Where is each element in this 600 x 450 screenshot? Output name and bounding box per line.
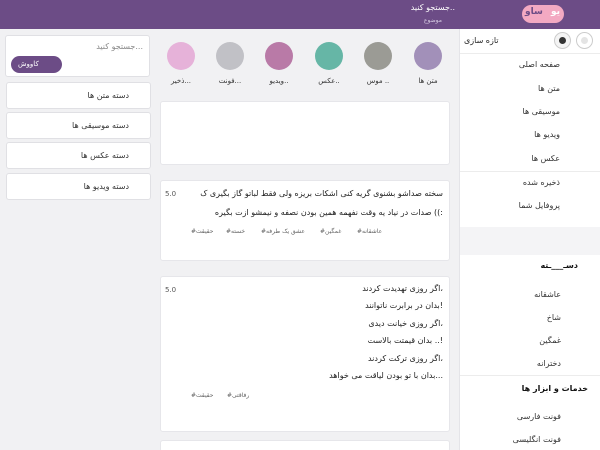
post-text-line: سخته صداشو بشنوی گریه کنی اشکات بریزه ول…	[200, 189, 443, 198]
post-text-line: اگر روزی تهدیدت کردند،	[362, 284, 443, 293]
story-videos[interactable]: ویدیو..	[264, 42, 294, 90]
category-box-label: دسته متن ها	[87, 91, 130, 100]
sidebar-divider	[460, 375, 600, 376]
category-box-videos[interactable]: دسته ویدیو ها	[6, 173, 151, 200]
post-tag[interactable]: #رفاقتی	[227, 392, 249, 399]
tool-english-font[interactable]: فونت انگلیسی	[460, 435, 561, 444]
tool-persian-font[interactable]: فونت فارسی	[460, 412, 561, 421]
post-text-line: صدات در نیاد یه وقت نفهمه همین بودن نصفه…	[214, 208, 443, 217]
header-search-text[interactable]: جستجو کنید..	[380, 3, 455, 12]
site-logo[interactable]: ساو یو	[522, 5, 564, 23]
post-text-line: بدان در برابرت ناتوانند!	[365, 301, 443, 310]
category-box-label: دسته موسیقی ها	[72, 121, 129, 130]
search-input[interactable]: جستجو کنید...	[96, 42, 143, 51]
story-circle	[315, 42, 343, 70]
sidebar-divider	[460, 53, 600, 54]
category-sad[interactable]: غمگین	[460, 336, 561, 345]
sidebar-divider	[460, 171, 600, 172]
post-card-partial	[160, 440, 450, 450]
header-search-subject: موضوع	[423, 17, 442, 24]
nav-texts[interactable]: متن ها	[460, 84, 560, 93]
sidebar-spacer	[460, 227, 600, 255]
post-tag[interactable]: #خسته	[226, 228, 245, 235]
post-tag[interactable]: #غمگین	[320, 228, 341, 235]
right-sidebar: تازه سازی صفحه اصلی متن ها موسیقی ها وید…	[459, 29, 600, 450]
post-tag[interactable]: #عاشقانه	[357, 228, 382, 235]
story-photos[interactable]: عکس..	[314, 42, 344, 90]
post-card: 5.0 سخته صداشو بشنوی گریه کنی اشکات بریز…	[160, 180, 450, 261]
post-score: 5.0	[165, 190, 177, 198]
post-text-line: بدان قیمتت بالاست ..!	[367, 336, 443, 345]
post-text-line: اگر روزی خیانت دیدی،	[368, 319, 443, 328]
category-box-label: دسته عکس ها	[80, 151, 129, 160]
nav-photos[interactable]: عکس ها	[460, 154, 560, 163]
empty-card	[160, 101, 450, 165]
category-girly[interactable]: دخترانه	[460, 359, 561, 368]
nav-music[interactable]: موسیقی ها	[460, 107, 560, 116]
post-card: 5.0 اگر روزی تهدیدت کردند، بدان در برابر…	[160, 276, 450, 432]
story-label: عکس..	[318, 77, 340, 85]
story-circle	[414, 42, 442, 70]
category-cool[interactable]: شاخ	[460, 313, 561, 322]
dark-theme-button[interactable]	[554, 32, 571, 49]
story-label: ویدیو..	[269, 77, 289, 85]
logo-text-b: یو	[550, 7, 560, 17]
category-box-label: دسته ویدیو ها	[83, 182, 129, 191]
category-box-texts[interactable]: دسته متن ها	[6, 82, 151, 109]
story-circle	[265, 42, 293, 70]
post-tag[interactable]: #حقیقت	[191, 228, 214, 235]
story-label: فونت...	[218, 77, 242, 85]
nav-home[interactable]: صفحه اصلی	[460, 60, 560, 69]
story-label: متن ها	[418, 77, 438, 85]
post-text-line: اگر روزی ترکت کردند،	[367, 354, 443, 363]
story-music[interactable]: موس ..	[363, 42, 393, 90]
story-texts[interactable]: متن ها	[413, 42, 443, 90]
light-theme-button[interactable]	[576, 32, 593, 49]
post-score: 5.0	[165, 286, 177, 294]
theme-switcher: تازه سازی	[460, 29, 600, 53]
story-label: موس ..	[366, 77, 390, 85]
category-box-photos[interactable]: دسته عکس ها	[6, 142, 151, 169]
logo-text-a: ساو	[525, 7, 543, 17]
story-circle	[364, 42, 392, 70]
search-button[interactable]: کاووش	[11, 56, 62, 73]
nav-videos[interactable]: ویدیو ها	[460, 130, 560, 139]
story-fonts[interactable]: فونت...	[215, 42, 245, 90]
top-header: ساو یو جستجو کنید.. موضوع	[0, 0, 600, 29]
story-label: ذخیر...	[170, 77, 192, 85]
story-circle	[167, 42, 195, 70]
post-tag[interactable]: #عشق یک طرفه	[261, 228, 305, 235]
refresh-label[interactable]: تازه سازی	[464, 36, 499, 45]
tools-heading: خدمات و ابزار ها	[521, 384, 588, 393]
post-tag[interactable]: #حقیقت	[191, 392, 214, 399]
category-heading: دسـ___ـته	[540, 261, 578, 270]
nav-saved[interactable]: ذخیره شده	[460, 178, 560, 187]
nav-profile[interactable]: پروفایل شما	[460, 201, 560, 210]
story-saved[interactable]: ذخیر...	[166, 42, 196, 90]
left-search-box: جستجو کنید... کاووش	[5, 35, 150, 77]
story-circle	[216, 42, 244, 70]
post-text-line: بدان با تو بودن لیاقت می خواهد...	[329, 371, 443, 380]
category-romantic[interactable]: عاشقانه	[460, 290, 561, 299]
category-box-music[interactable]: دسته موسیقی ها	[6, 112, 151, 139]
